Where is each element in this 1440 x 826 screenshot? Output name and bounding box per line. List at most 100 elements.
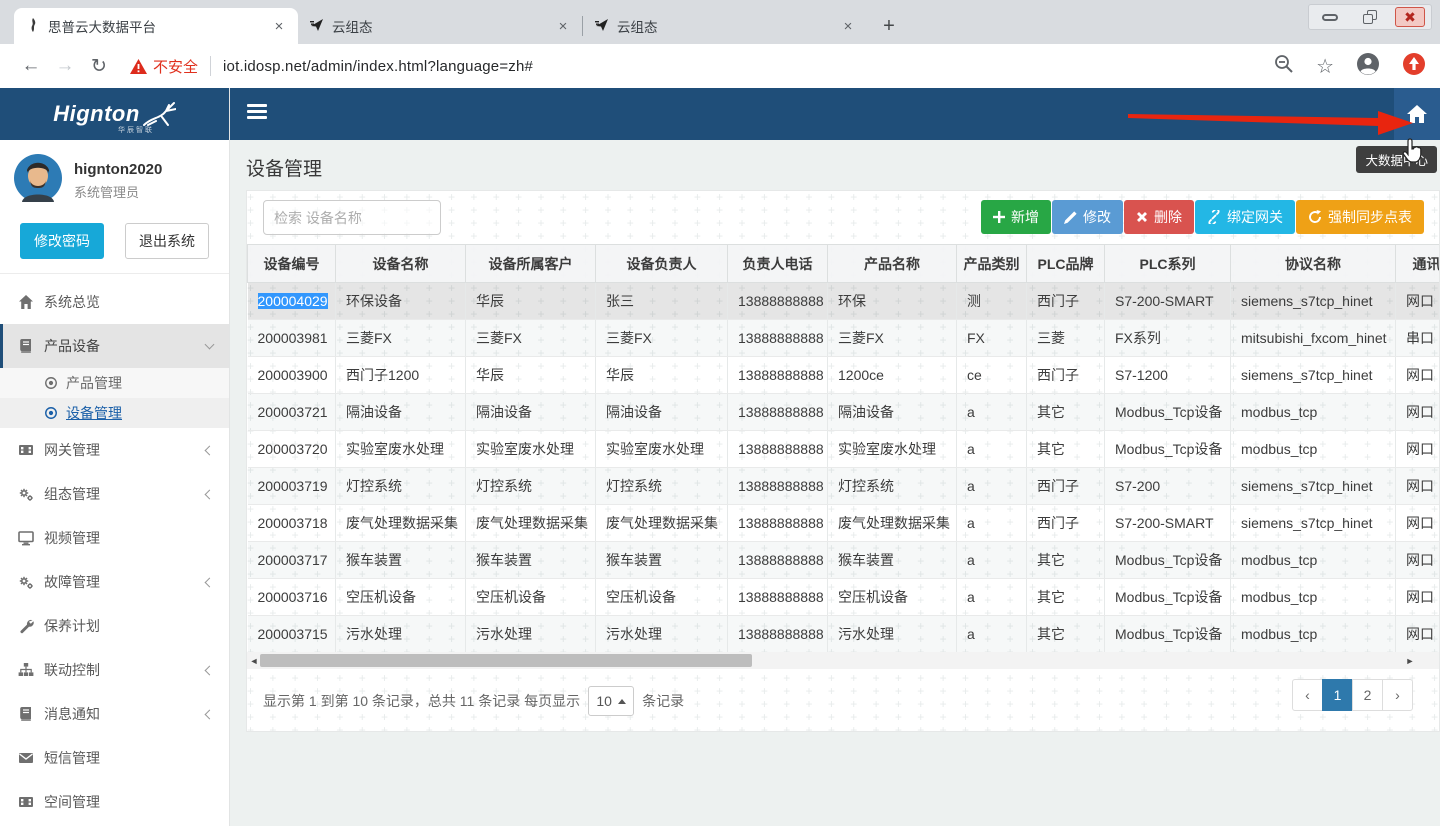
table-cell: siemens_s7tcp_hinet: [1231, 357, 1396, 394]
logo: Hignton 华辰智联: [0, 88, 229, 140]
table-row[interactable]: 200004029环保设备华辰张三13888888888环保测西门子S7-200…: [248, 283, 1440, 320]
table-row[interactable]: 200003715污水处理污水处理污水处理13888888888污水处理a其它M…: [248, 616, 1440, 653]
table-row[interactable]: 200003719灯控系统灯控系统灯控系统13888888888灯控系统a西门子…: [248, 468, 1440, 505]
window-controls: ✖: [1308, 4, 1432, 30]
browser-tab-2[interactable]: 云组态 ×: [298, 8, 582, 44]
forward-button[interactable]: →: [48, 55, 82, 77]
table-cell: 三菱FX: [596, 320, 728, 357]
table-cell: 废气处理数据采集: [466, 505, 596, 542]
table-cell: 200003717: [248, 542, 336, 579]
close-window-button[interactable]: ✖: [1395, 7, 1425, 27]
table-cell: siemens_s7tcp_hinet: [1231, 468, 1396, 505]
add-button[interactable]: 新增: [981, 200, 1051, 234]
sidebar-item-label: 消息通知: [44, 704, 100, 724]
pagination-info-suffix: 条记录: [642, 691, 684, 711]
rocket-favicon: [595, 18, 609, 35]
sidebar-item-fault-management[interactable]: 故障管理: [0, 560, 229, 604]
table-cell: 其它: [1027, 394, 1105, 431]
profile-icon[interactable]: [1356, 52, 1380, 81]
logo-text: Hignton: [53, 101, 140, 127]
sidebar-item-system-overview[interactable]: 系统总览: [0, 280, 229, 324]
table-row[interactable]: 200003717猴车装置猴车装置猴车装置13888888888猴车装置a其它M…: [248, 542, 1440, 579]
close-icon[interactable]: ×: [554, 18, 572, 35]
search-input[interactable]: [263, 200, 441, 235]
close-icon[interactable]: ×: [270, 18, 288, 35]
change-password-button[interactable]: 修改密码: [20, 223, 104, 259]
menu-toggle-button[interactable]: [247, 104, 267, 122]
sidebar-item-video-management[interactable]: 视频管理: [0, 516, 229, 560]
scroll-right-icon[interactable]: ►: [1403, 652, 1417, 669]
table-cell: 猴车装置: [596, 542, 728, 579]
table-cell: Modbus_Tcp设备: [1105, 542, 1231, 579]
minimize-icon: [1322, 14, 1338, 21]
home-button[interactable]: [1394, 88, 1440, 140]
table-row[interactable]: 200003716空压机设备空压机设备空压机设备13888888888空压机设备…: [248, 579, 1440, 616]
sidebar-item-space-management[interactable]: 空间管理: [0, 780, 229, 824]
pagination: ‹ 1 2 ›: [1292, 679, 1413, 711]
table-row[interactable]: 200003981三菱FX三菱FX三菱FX13888888888三菱FXFX三菱…: [248, 320, 1440, 357]
table-cell: a: [957, 542, 1027, 579]
book-icon: [18, 338, 44, 354]
delete-button[interactable]: 删除: [1124, 200, 1194, 234]
sidebar-item-message-notification[interactable]: 消息通知: [0, 692, 229, 736]
table-cell: 隔油设备: [466, 394, 596, 431]
sidebar-item-maintenance-plan[interactable]: 保养计划: [0, 604, 229, 648]
table-cell: 测: [957, 283, 1027, 320]
extension-icon[interactable]: [1402, 52, 1426, 81]
table-cell: 三菱: [1027, 320, 1105, 357]
sidebar-item-device-management[interactable]: 设备管理: [0, 398, 229, 428]
table-row[interactable]: 200003900西门子1200华辰华辰138888888881200cece西…: [248, 357, 1440, 394]
browser-tab-3[interactable]: 云组态 ×: [583, 8, 867, 44]
back-button[interactable]: ←: [14, 55, 48, 77]
url-text[interactable]: iot.idosp.net/admin/index.html?language=…: [223, 58, 533, 75]
submenu-product-device: 产品管理 设备管理: [0, 368, 229, 428]
horizontal-scrollbar[interactable]: ◄ ►: [247, 652, 1439, 669]
table-cell: 隔油设备: [596, 394, 728, 431]
page-size-select[interactable]: 10: [588, 686, 634, 716]
sidebar-item-product-management[interactable]: 产品管理: [0, 368, 229, 398]
username: hignton2020: [74, 161, 162, 178]
table-cell: 污水处理: [596, 616, 728, 653]
scroll-left-icon[interactable]: ◄: [247, 652, 261, 669]
security-chip[interactable]: 不安全: [130, 56, 198, 77]
table-cell: 污水处理: [828, 616, 957, 653]
browser-address-bar: ← → ↻ 不安全 iot.idosp.net/admin/index.html…: [0, 44, 1440, 88]
table-cell: 13888888888: [728, 468, 828, 505]
previous-page-button[interactable]: ‹: [1292, 679, 1323, 711]
zoom-icon[interactable]: [1274, 54, 1294, 79]
logout-button[interactable]: 退出系统: [125, 223, 209, 259]
url-separator: [210, 56, 211, 76]
sidebar-item-linkage-control[interactable]: 联动控制: [0, 648, 229, 692]
reload-button[interactable]: ↻: [82, 55, 116, 78]
table-cell: 实验室废水处理: [596, 431, 728, 468]
table-cell: 网口: [1396, 616, 1440, 653]
sidebar-item-sms-management[interactable]: 短信管理: [0, 736, 229, 780]
table-cell: 200003719: [248, 468, 336, 505]
sidebar-item-gateway-management[interactable]: 网关管理: [0, 428, 229, 472]
force-sync-button[interactable]: 强制同步点表: [1296, 200, 1424, 234]
page-1-button[interactable]: 1: [1322, 679, 1353, 711]
desktop-icon: [18, 530, 44, 546]
restore-button[interactable]: [1355, 7, 1385, 27]
device-table-body: 200004029环保设备华辰张三13888888888环保测西门子S7-200…: [248, 283, 1440, 653]
table-row[interactable]: 200003721隔油设备隔油设备隔油设备13888888888隔油设备a其它M…: [248, 394, 1440, 431]
table-row[interactable]: 200003720实验室废水处理实验室废水处理实验室废水处理1388888888…: [248, 431, 1440, 468]
bookmark-star-icon[interactable]: ☆: [1316, 54, 1334, 79]
table-cell: 三菱FX: [828, 320, 957, 357]
sidebar-item-product-device[interactable]: 产品设备: [0, 324, 229, 368]
close-icon: ✖: [1404, 9, 1416, 26]
browser-tab-1[interactable]: 思普云大数据平台 ×: [14, 8, 298, 44]
close-icon[interactable]: ×: [839, 18, 857, 35]
new-tab-button[interactable]: +: [875, 12, 903, 40]
minimize-button[interactable]: [1315, 7, 1345, 27]
page-2-button[interactable]: 2: [1352, 679, 1383, 711]
sidebar-item-configuration-management[interactable]: 组态管理: [0, 472, 229, 516]
edit-button[interactable]: 修改: [1052, 200, 1123, 234]
chevron-left-icon: [205, 665, 215, 675]
column-header: PLC系列: [1105, 245, 1231, 283]
table-row[interactable]: 200003718废气处理数据采集废气处理数据采集废气处理数据采集1388888…: [248, 505, 1440, 542]
table-cell: 其它: [1027, 579, 1105, 616]
bind-gateway-button[interactable]: 绑定网关: [1195, 200, 1295, 234]
scrollbar-thumb[interactable]: [260, 654, 752, 667]
next-page-button[interactable]: ›: [1382, 679, 1413, 711]
